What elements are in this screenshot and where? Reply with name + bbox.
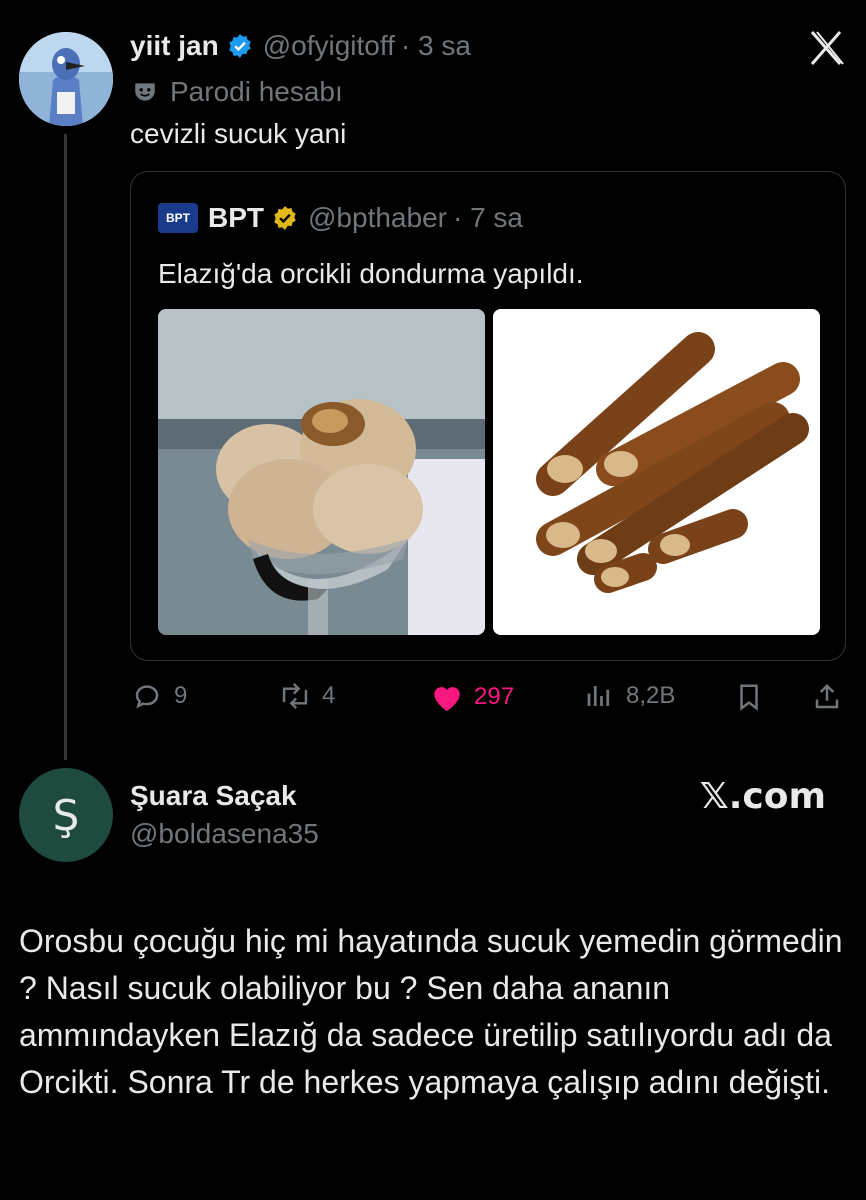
quoted-handle[interactable]: @bpthaber: [308, 202, 447, 234]
bpt-logo: BPT: [158, 203, 198, 233]
like-button[interactable]: 297: [430, 681, 514, 713]
ice-cream-photo[interactable]: [158, 309, 485, 635]
share-button[interactable]: [812, 681, 842, 718]
verified-gold-badge-icon: [272, 205, 298, 231]
display-name[interactable]: yiit jan: [130, 30, 219, 62]
quoted-time[interactable]: · 7 sa: [453, 202, 523, 234]
bookmark-icon: [740, 684, 758, 711]
parody-mask-icon: [132, 79, 158, 105]
reply-text: Orosbu çocuğu hiç mi hayatında sucuk yem…: [19, 923, 843, 1100]
reply-avatar[interactable]: Ş: [19, 768, 113, 862]
repost-icon: [282, 682, 308, 710]
tweet-text: cevizli sucuk yani: [130, 118, 347, 149]
repost-count: 4: [322, 682, 336, 709]
quoted-display-name[interactable]: BPT: [208, 202, 264, 234]
quoted-text: Elazığ'da orcikli dondurma yapıldı.: [158, 258, 584, 289]
like-count: 297: [474, 683, 515, 710]
quoted-header: BPT BPT @bpthaber · 7 sa: [158, 202, 523, 234]
orcik-sausage-photo[interactable]: [493, 309, 820, 635]
views-count: 8,2B: [626, 682, 676, 709]
parody-label-row: Parodi hesabı: [132, 76, 343, 108]
user-handle[interactable]: @ofyigitoff: [263, 30, 395, 62]
verified-badge-icon: [227, 33, 253, 59]
views-chart-icon: [587, 686, 610, 706]
parody-label: Parodi hesabı: [170, 76, 343, 107]
bookmark-button[interactable]: [734, 681, 764, 718]
repost-button[interactable]: 4: [278, 681, 335, 711]
reply-button[interactable]: 9: [132, 681, 187, 711]
thread-connector-line: [64, 134, 67, 760]
views-button[interactable]: 8,2B: [584, 681, 675, 711]
x-com-watermark: 𝕏.com: [699, 776, 826, 817]
heart-icon: [434, 687, 460, 712]
bpt-logo-text: BPT: [166, 211, 190, 225]
reply-icon: [135, 685, 159, 709]
reply-count: 9: [174, 682, 188, 709]
share-icon: [815, 683, 839, 709]
reply-avatar-letter: Ş: [52, 790, 80, 840]
close-icon[interactable]: [806, 28, 846, 68]
reply-handle[interactable]: @boldasena35: [130, 818, 319, 850]
reply-display-name[interactable]: Şuara Saçak: [130, 780, 297, 812]
tweet-action-bar: 9 4 297 8,2B: [132, 681, 852, 717]
quoted-tweet-card[interactable]: BPT BPT @bpthaber · 7 sa Elazığ'da orcik…: [130, 171, 846, 661]
tweet-time[interactable]: · 3 sa: [401, 30, 471, 62]
user-avatar[interactable]: [19, 32, 113, 126]
tweet-header: yiit jan @ofyigitoff · 3 sa: [130, 30, 471, 62]
